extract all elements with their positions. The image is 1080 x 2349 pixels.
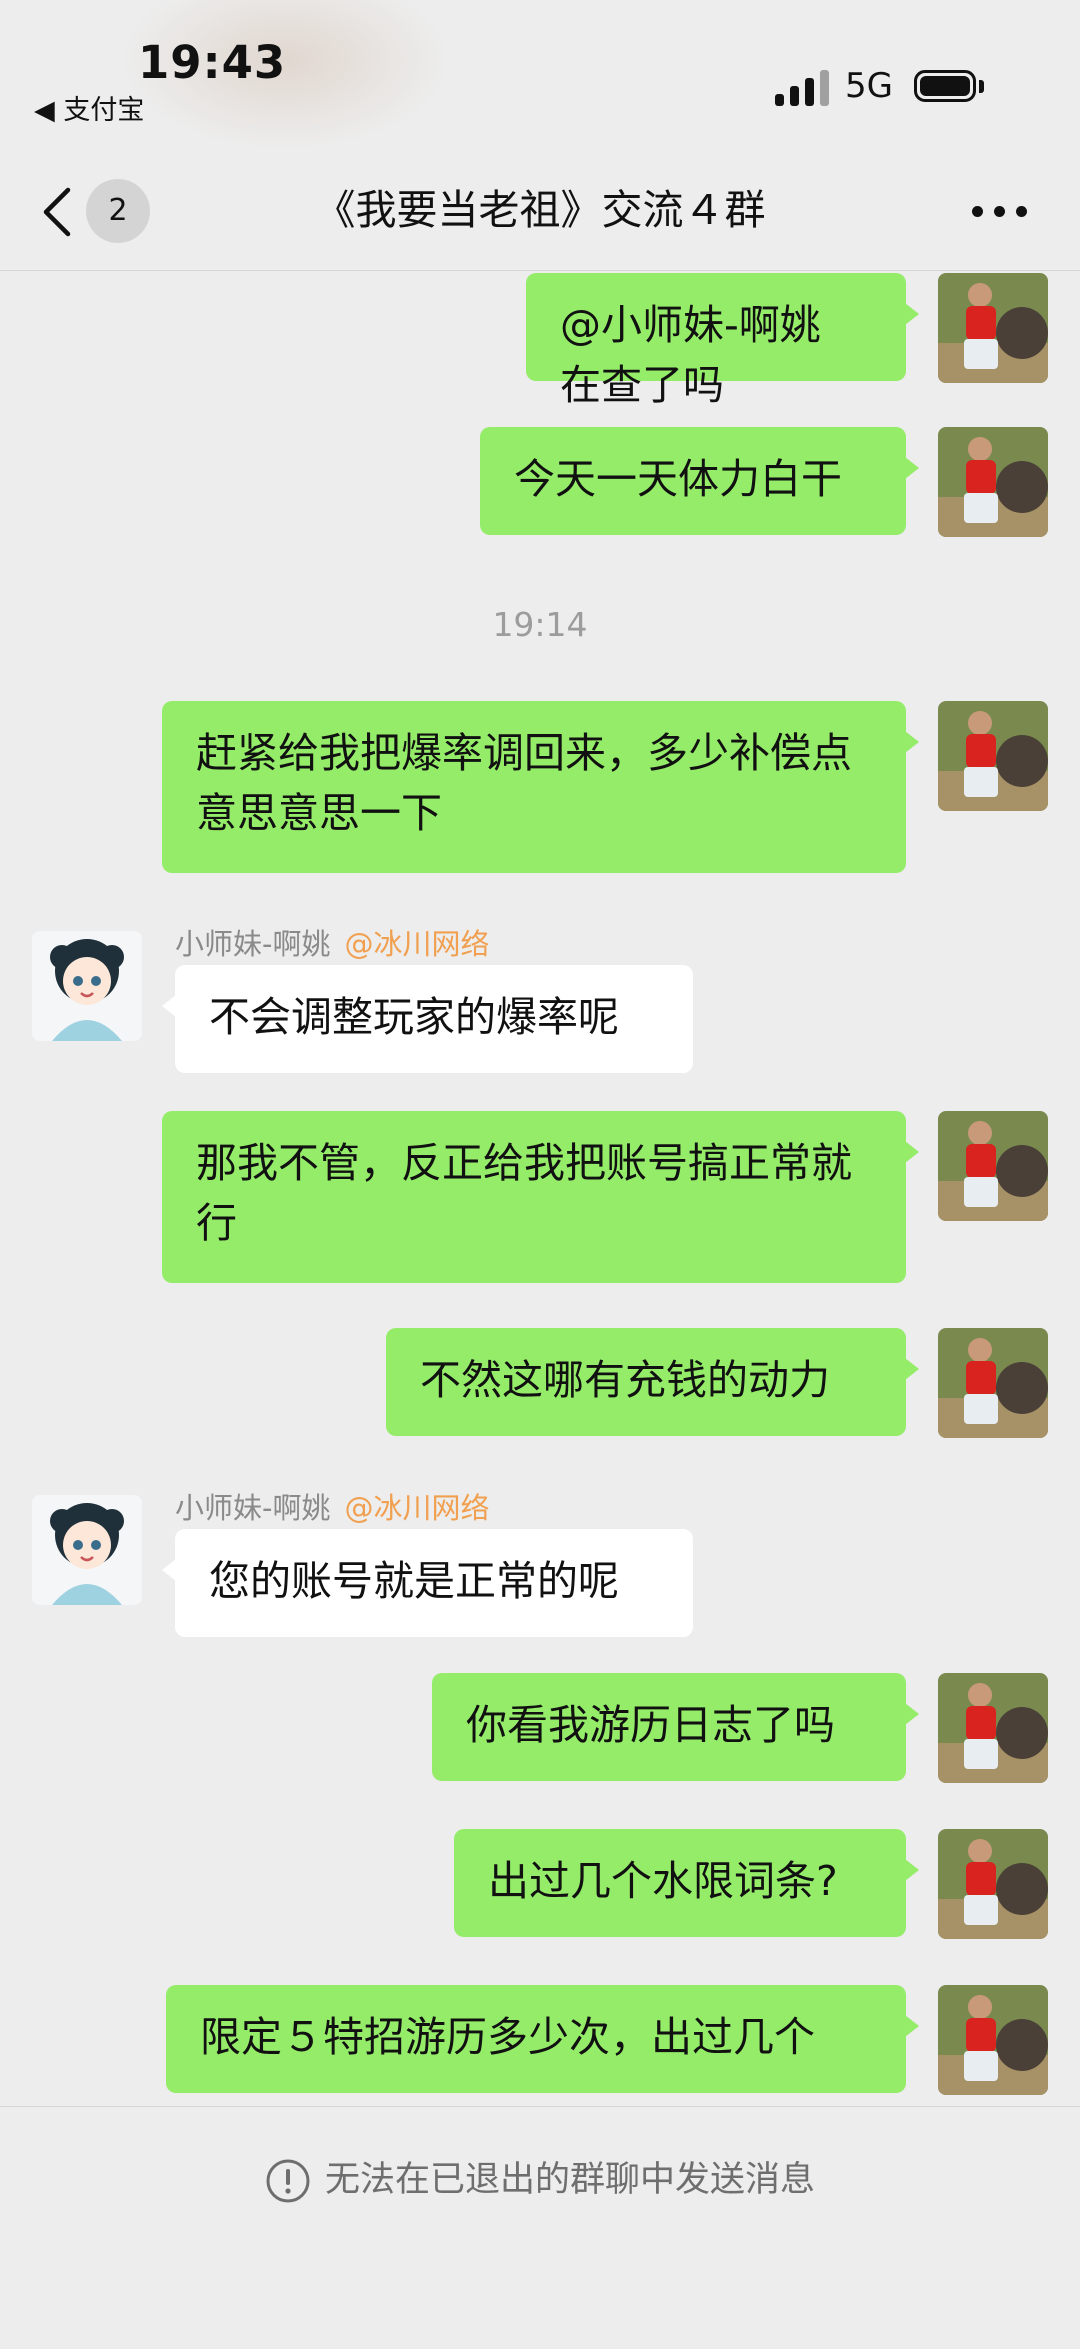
sender-tag[interactable]: @冰川网络 (344, 927, 489, 961)
chat-footer: 无法在已退出的群聊中发送消息 (0, 2106, 1080, 2349)
chat-header: 2 《我要当老祖》交流４群 (0, 150, 1080, 271)
sender-name[interactable]: 小师妹-啊姚 (175, 927, 330, 961)
message-bubble-sent[interactable]: 赶紧给我把爆率调回来，多少补偿点意思意思一下 (162, 701, 919, 873)
user-avatar[interactable] (938, 701, 1048, 811)
message-bubble-sent[interactable]: 你看我游历日志了吗 (432, 1673, 919, 1781)
message-timestamp: 19:14 (492, 605, 588, 644)
info-icon (266, 2159, 310, 2203)
user-avatar-image (938, 427, 1048, 537)
sender-tag[interactable]: @冰川网络 (344, 1491, 489, 1525)
user-avatar-image (938, 1673, 1048, 1783)
sender-avatar[interactable] (32, 1495, 142, 1605)
back-to-app-link[interactable]: ◀ 支付宝 (34, 88, 144, 127)
user-avatar[interactable] (938, 273, 1048, 383)
left-group-notice: 无法在已退出的群聊中发送消息 (0, 2151, 1080, 2204)
user-avatar-image (938, 1985, 1048, 2095)
status-bar: 19:43 ◀ 支付宝 5G (0, 0, 1080, 150)
notice-text: 无法在已退出的群聊中发送消息 (324, 2160, 815, 2200)
message-bubble-sent[interactable]: 那我不管，反正给我把账号搞正常就行 (162, 1111, 919, 1283)
user-avatar[interactable] (938, 1985, 1048, 2095)
user-avatar[interactable] (938, 1829, 1048, 1939)
chat-title: 《我要当老祖》交流４群 (314, 186, 766, 234)
user-avatar[interactable] (938, 1111, 1048, 1221)
user-avatar[interactable] (938, 1673, 1048, 1783)
sender-avatar-image (32, 931, 142, 1041)
sender-avatar-image (32, 1495, 142, 1605)
more-icon[interactable] (972, 206, 1028, 218)
message-bubble-received[interactable]: 不会调整玩家的爆率呢 (162, 965, 693, 1073)
unread-count-badge[interactable]: 2 (86, 179, 150, 243)
user-avatar-image (938, 1111, 1048, 1221)
chevron-left-icon[interactable] (38, 186, 78, 238)
message-bubble-sent[interactable]: 出过几个水限词条? (454, 1829, 919, 1937)
user-avatar-image (938, 273, 1048, 383)
user-avatar-image (938, 1829, 1048, 1939)
message-bubble-sent[interactable]: @小师妹-啊姚 在查了吗 (526, 273, 919, 409)
user-avatar[interactable] (938, 1328, 1048, 1438)
user-avatar-image (938, 1328, 1048, 1438)
message-bubble-sent[interactable]: 不然这哪有充钱的动力 (386, 1328, 919, 1436)
battery-tip (979, 80, 984, 93)
sender-name-line: 小师妹-啊姚 @冰川网络 (175, 1485, 489, 1527)
sender-name-line: 小师妹-啊姚 @冰川网络 (175, 921, 489, 963)
battery-icon (914, 70, 976, 102)
message-bubble-received[interactable]: 您的账号就是正常的呢 (162, 1529, 693, 1637)
status-time: 19:43 (138, 36, 287, 89)
sender-name[interactable]: 小师妹-啊姚 (175, 1491, 330, 1525)
sender-avatar[interactable] (32, 931, 142, 1041)
message-bubble-sent[interactable]: 今天一天体力白干 (480, 427, 919, 535)
user-avatar-image (938, 701, 1048, 811)
message-list[interactable]: @小师妹-啊姚 在查了吗 今天一天体力白干 19:14 赶紧给我把爆率调回来，多… (0, 271, 1080, 2106)
message-bubble-sent[interactable]: 限定５特招游历多少次，出过几个 (166, 1985, 919, 2093)
user-avatar[interactable] (938, 427, 1048, 537)
signal-icon (775, 70, 829, 106)
network-type: 5G (845, 66, 893, 106)
